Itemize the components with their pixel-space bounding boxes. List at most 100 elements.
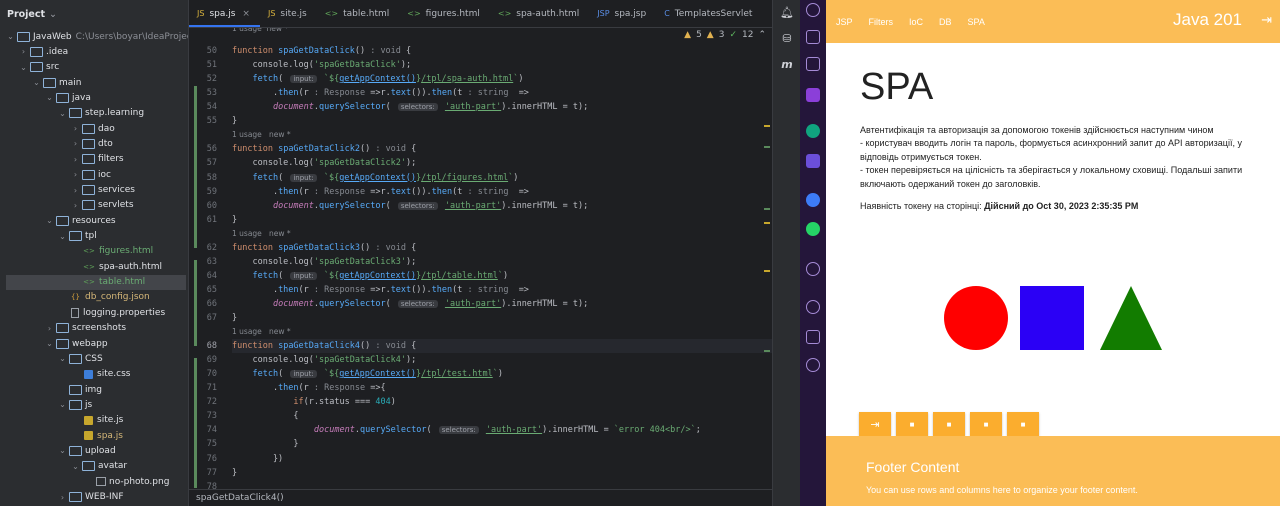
- chevron-right-icon[interactable]: ›: [45, 324, 54, 333]
- tree-item[interactable]: › dto: [0, 136, 188, 151]
- scrollbar-marker[interactable]: [764, 350, 770, 352]
- code-line[interactable]: fetch( input: `${getAppContext()}/tpl/sp…: [232, 72, 772, 86]
- line-number[interactable]: 50: [189, 44, 217, 58]
- cube-icon[interactable]: [806, 330, 820, 344]
- vcs-change-marker[interactable]: [194, 260, 197, 346]
- code-line[interactable]: console.log('spaGetDataClick4');: [232, 353, 772, 367]
- tree-item[interactable]: <> spa-auth.html: [0, 259, 188, 274]
- brand-logo[interactable]: Java 201: [1173, 10, 1242, 30]
- chevron-down-icon[interactable]: ⌄: [45, 93, 54, 102]
- usage-hint[interactable]: 1 usage: [232, 229, 262, 238]
- tree-item[interactable]: site.css: [0, 367, 188, 382]
- chevron-right-icon[interactable]: ›: [71, 201, 80, 210]
- code-line[interactable]: .then(r : Response =>r.text()).then(t : …: [232, 185, 772, 199]
- inlay-hint[interactable]: 1 usage new *: [232, 128, 772, 142]
- tree-item[interactable]: › services: [0, 183, 188, 198]
- tree-item[interactable]: › .idea: [0, 44, 188, 59]
- nav-link[interactable]: SPA: [968, 17, 991, 27]
- editor-tab[interactable]: <> figures.html: [399, 0, 490, 27]
- nav-link[interactable]: DB: [939, 17, 958, 27]
- nav-link[interactable]: JSP: [836, 17, 859, 27]
- login-icon[interactable]: ⇥: [1261, 12, 1272, 28]
- load-page-button[interactable]: ■: [970, 412, 1002, 436]
- chevron-down-icon[interactable]: ⌄: [58, 400, 67, 409]
- chevron-down-icon[interactable]: ⌄: [58, 109, 67, 118]
- code-line[interactable]: function spaGetDataClick() : void {: [232, 44, 772, 58]
- code-line[interactable]: }: [232, 437, 772, 451]
- tree-item[interactable]: › ioc: [0, 167, 188, 182]
- tree-item[interactable]: ⌄ JavaWeb C:\Users\boyar\IdeaProject\: [0, 29, 188, 44]
- code-line[interactable]: document.querySelector( selectors: 'auth…: [232, 423, 772, 437]
- chevron-right-icon[interactable]: ›: [58, 493, 67, 502]
- tree-item[interactable]: ⌄ tpl: [0, 229, 188, 244]
- chevron-right-icon[interactable]: ›: [71, 170, 80, 179]
- chevron-down-icon[interactable]: ⌄: [45, 216, 54, 225]
- vcs-change-marker[interactable]: [194, 86, 197, 170]
- editor-tab[interactable]: JSP spa.jsp: [589, 0, 656, 27]
- tree-item[interactable]: › WEB-INF: [0, 490, 188, 505]
- settings-icon[interactable]: [806, 358, 820, 372]
- wallet-icon[interactable]: [806, 30, 820, 44]
- tree-item[interactable]: no-photo.png: [0, 474, 188, 489]
- twitch-icon[interactable]: [806, 88, 820, 102]
- breadcrumb[interactable]: spaGetDataClick4(): [189, 489, 773, 506]
- scrollbar-marker[interactable]: [764, 146, 770, 148]
- tree-item[interactable]: › filters: [0, 152, 188, 167]
- editor-tab[interactable]: JS spa.js ×: [189, 0, 260, 27]
- nav-link[interactable]: IoC: [909, 17, 929, 27]
- tree-item[interactable]: ⌄ java: [0, 90, 188, 105]
- chevron-down-icon[interactable]: ⌄: [49, 9, 57, 20]
- tree-item[interactable]: ⌄ js: [0, 397, 188, 412]
- vcs-change-marker[interactable]: [194, 358, 197, 488]
- inlay-hint[interactable]: 1 usage new *: [232, 325, 772, 339]
- code-line[interactable]: }: [232, 466, 772, 480]
- inlay-hint[interactable]: 1 usage new *: [232, 28, 772, 36]
- code-line[interactable]: document.querySelector( selectors: 'auth…: [232, 199, 772, 213]
- inlay-hint[interactable]: 1 usage new *: [232, 227, 772, 241]
- code-line[interactable]: function spaGetDataClick4() : void {: [232, 339, 772, 354]
- history-icon[interactable]: [806, 262, 820, 276]
- code-area[interactable]: 1 usage new * function spaGetDataClick() …: [232, 28, 772, 488]
- chevron-down-icon[interactable]: ⌄: [19, 63, 28, 72]
- tree-item[interactable]: site.js: [0, 413, 188, 428]
- code-line[interactable]: .then(r : Response =>r.text()).then(t : …: [232, 86, 772, 100]
- tree-item[interactable]: ⌄ step.learning: [0, 106, 188, 121]
- line-gutter[interactable]: 50 51 52 53 54 55 56 57 58 59 60 61 62 63 64 65 66 67 68 69…: [189, 28, 229, 492]
- code-line[interactable]: console.log('spaGetDataClick2');: [232, 156, 772, 170]
- chatgpt-icon[interactable]: [806, 124, 820, 138]
- code-line[interactable]: console.log('spaGetDataClick3');: [232, 255, 772, 269]
- chevron-right-icon[interactable]: ›: [19, 47, 28, 56]
- chevron-down-icon[interactable]: ⌄: [58, 446, 67, 455]
- database-icon[interactable]: ⛁: [780, 32, 794, 46]
- tree-item[interactable]: ⌄ CSS: [0, 351, 188, 366]
- tree-item[interactable]: › servlets: [0, 198, 188, 213]
- editor-tab[interactable]: <> table.html: [317, 0, 400, 27]
- line-number[interactable]: 51: [189, 58, 217, 72]
- tree-item[interactable]: › dao: [0, 121, 188, 136]
- scrollbar-marker[interactable]: [764, 270, 770, 272]
- editor-tab[interactable]: <> spa-auth.html: [490, 0, 589, 27]
- tree-item[interactable]: ⌄ src: [0, 60, 188, 75]
- scrollbar-marker[interactable]: [764, 222, 770, 224]
- chevron-right-icon[interactable]: ›: [71, 186, 80, 195]
- code-line[interactable]: }: [232, 114, 772, 128]
- nav-link[interactable]: Filters: [869, 17, 900, 27]
- tree-item[interactable]: ⌄ resources: [0, 213, 188, 228]
- tree-item[interactable]: ⌄ avatar: [0, 459, 188, 474]
- chevron-down-icon[interactable]: ⌄: [71, 462, 80, 471]
- code-line[interactable]: }): [232, 452, 772, 466]
- code-line[interactable]: function spaGetDataClick3() : void {: [232, 241, 772, 255]
- editor-tab[interactable]: JS site.js: [260, 0, 317, 27]
- chevron-right-icon[interactable]: ›: [71, 124, 80, 133]
- editor-tab[interactable]: C TemplatesServlet: [656, 0, 762, 27]
- tree-item[interactable]: spa.js: [0, 428, 188, 443]
- messenger-icon[interactable]: [806, 193, 820, 207]
- scrollbar-marker[interactable]: [764, 208, 770, 210]
- project-panel-header[interactable]: Project ⌄: [0, 0, 188, 28]
- chevron-down-icon[interactable]: ⌄: [58, 354, 67, 363]
- tree-item[interactable]: ⌄ main: [0, 75, 188, 90]
- code-line[interactable]: }: [232, 311, 772, 325]
- load-page-button[interactable]: ■: [896, 412, 928, 436]
- tree-item[interactable]: › screenshots: [0, 321, 188, 336]
- extension-icon[interactable]: [806, 154, 820, 168]
